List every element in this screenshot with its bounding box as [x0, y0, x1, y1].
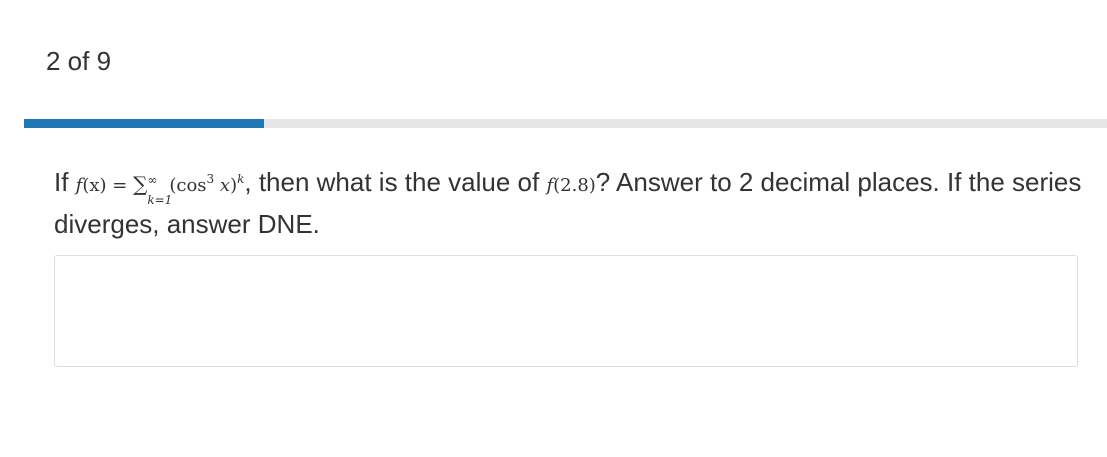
answer-input[interactable] — [54, 255, 1078, 367]
question-middle: , then what is the value of — [244, 167, 547, 197]
evaluation-math: f(2.8) — [546, 175, 595, 196]
function-definition-math: f(x) = ∑ ∞ k=1 (cos3 x)k — [76, 172, 245, 207]
question-counter: 2 of 9 — [46, 46, 112, 76]
question-text: If f(x) = ∑ ∞ k=1 (cos3 x)k, then what is t… — [54, 160, 1084, 244]
math-x-arg: (x) — [82, 175, 107, 196]
summation-symbol: ∑ — [133, 172, 148, 196]
eval-arg: (2.8) — [553, 175, 596, 196]
summation-lower-limit: k=1 — [147, 193, 173, 207]
math-x: x — [214, 175, 231, 196]
progress-bar-fill — [24, 119, 265, 128]
math-equals: = — [106, 175, 134, 196]
summation-limits: ∞ k=1 — [147, 173, 172, 207]
math-cos: cos — [176, 175, 207, 196]
progress-bar — [24, 119, 1107, 128]
question-lead: If — [54, 167, 76, 197]
